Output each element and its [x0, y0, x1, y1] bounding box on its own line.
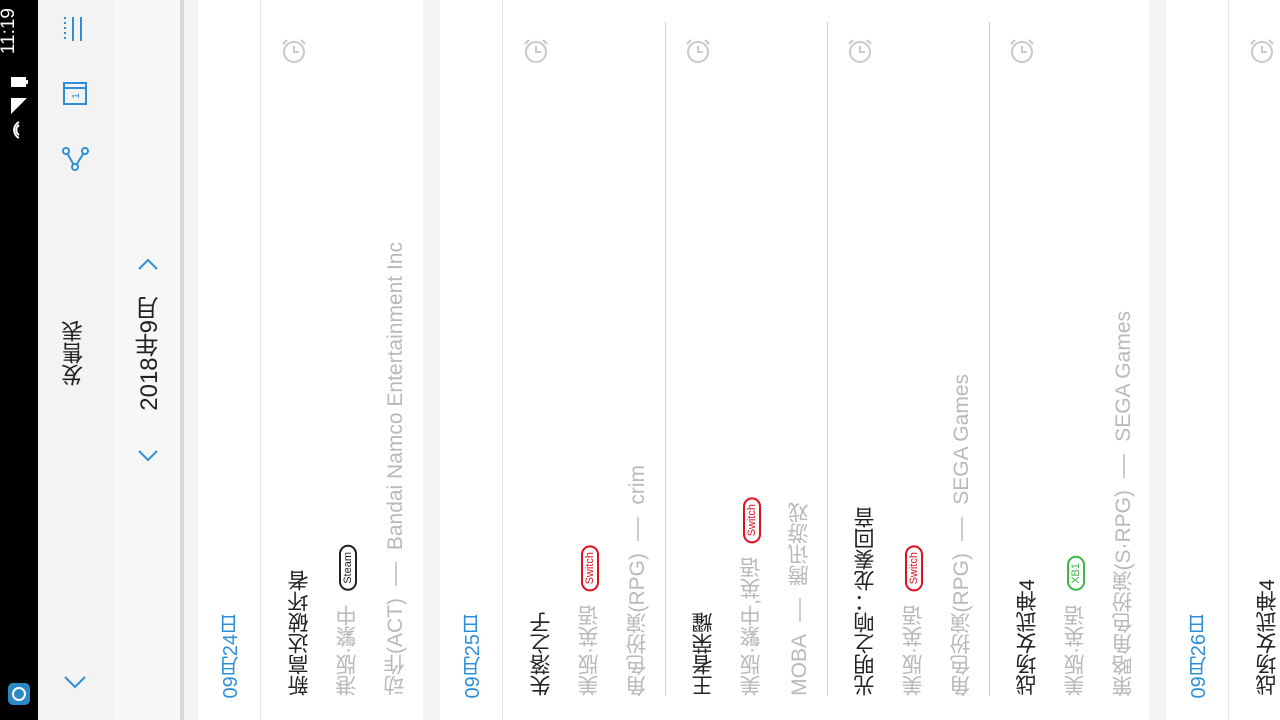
platform-badge: Switch	[743, 496, 761, 544]
app-notification-icon	[8, 683, 30, 705]
game-card[interactable]: 光明之响：龙奏回音 美版·英语 Switch 角色扮演(RPG) SEGA Ga…	[827, 22, 990, 696]
alarm-clock-icon[interactable]	[845, 36, 875, 66]
date-column: 09月24日	[198, 0, 261, 720]
game-card[interactable]: 失落之子 美版·英语 Switch 角色扮演(RPG) crim	[503, 22, 666, 696]
platform-badge: Switch	[581, 544, 599, 591]
game-region-lang: 港版·繁中	[336, 605, 359, 696]
date-label: 09月26日	[1188, 613, 1210, 699]
game-name: 光明之响：龙奏回音	[854, 507, 877, 696]
game-genre: 角色扮演(RPG)	[950, 552, 973, 697]
game-region-lang: 美版·英语	[578, 605, 601, 696]
game-card[interactable]: 新高达破坏者 港版·繁中 Steam 动作(ACT) Bandai Namco …	[261, 22, 423, 696]
next-month-button[interactable]	[134, 250, 162, 278]
status-bar: 11:19	[0, 0, 38, 720]
game-region-lang: 美版·英语	[1064, 605, 1087, 696]
game-genre: MOBA	[788, 634, 811, 696]
game-publisher: crim	[626, 464, 649, 505]
menu-list-button[interactable]	[58, 12, 92, 46]
game-genre: 角色扮演(RPG)	[626, 552, 649, 697]
platform-badge: XB1	[1067, 556, 1085, 591]
page-title: 发售表	[61, 320, 86, 386]
game-name: 王者荣耀	[692, 612, 715, 696]
game-name: 战场女武神4	[1016, 579, 1039, 696]
date-label: 09月25日	[462, 613, 484, 699]
divider	[395, 562, 397, 586]
menu-list-icon	[64, 17, 82, 41]
game-card[interactable]: 王者荣耀 美版·繁中,英语 Switch MOBA 腾讯游戏	[665, 22, 828, 696]
game-genre: 动作(ACT)	[384, 598, 407, 696]
game-publisher: SEGA Games	[1112, 310, 1135, 442]
divider	[637, 516, 639, 541]
calendar-icon: 1	[63, 82, 87, 105]
divider	[961, 516, 963, 541]
date-label: 09月24日	[220, 613, 242, 699]
game-card[interactable]: 战场女武神4 美版·英语 XB1 策略角色扮演(S·RPG) SEGA Game…	[989, 22, 1151, 696]
prev-month-button[interactable]	[134, 442, 162, 470]
date-column: 09月25日	[440, 0, 503, 720]
platform-badge: Switch	[905, 544, 923, 591]
game-region-lang: 美版·繁中,英语	[740, 557, 763, 696]
alarm-clock-icon[interactable]	[683, 36, 713, 66]
expand-button[interactable]	[58, 664, 92, 698]
current-month: 2018年9月	[136, 296, 163, 411]
share-button[interactable]	[58, 142, 92, 176]
day-games: 战场女武神4	[1229, 0, 1280, 720]
calendar-day: 1	[71, 93, 82, 99]
platform-badge: Steam	[339, 545, 357, 591]
game-name: 失落之子	[530, 612, 553, 696]
alarm-clock-icon[interactable]	[521, 36, 551, 66]
signal-icon	[11, 98, 27, 114]
status-time: 11:19	[0, 8, 19, 55]
game-name: 战场女武神4	[1256, 579, 1279, 696]
battery-icon	[11, 77, 28, 87]
game-region-lang: 美版·英语	[902, 605, 925, 696]
alarm-clock-icon[interactable]	[279, 36, 309, 66]
date-column: 09月26日	[1166, 0, 1229, 720]
chevron-down-icon	[138, 450, 158, 462]
chevron-up-icon	[138, 258, 158, 270]
game-name: 新高达破坏者	[288, 570, 311, 696]
day-games: 新高达破坏者 港版·繁中 Steam 动作(ACT) Bandai Namco …	[261, 0, 423, 720]
game-publisher: SEGA Games	[950, 373, 973, 505]
alarm-clock-icon[interactable]	[1247, 36, 1277, 66]
wifi-icon	[13, 121, 20, 139]
day-games: 失落之子 美版·英语 Switch 角色扮演(RPG) crim 王者荣耀 美版…	[503, 0, 1149, 720]
game-publisher: Bandai Namco Entertainment Inc	[384, 241, 407, 550]
game-publisher: 腾讯游戏	[788, 502, 811, 587]
alarm-clock-icon[interactable]	[1007, 36, 1037, 66]
divider	[799, 598, 801, 623]
share-icon	[62, 147, 89, 171]
game-card[interactable]: 战场女武神4	[1229, 22, 1280, 696]
divider	[1123, 453, 1125, 478]
chevron-down-icon	[64, 676, 86, 689]
calendar-button[interactable]: 1	[58, 76, 92, 110]
game-genre: 策略角色扮演(S·RPG)	[1112, 489, 1135, 697]
